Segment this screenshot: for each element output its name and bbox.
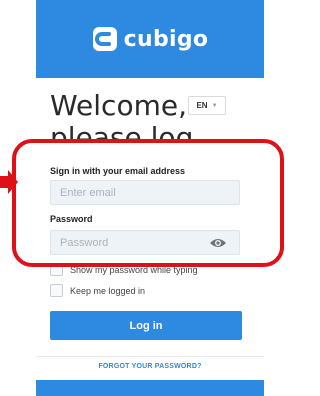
welcome-line-2: please log in [50, 121, 194, 143]
eye-icon[interactable] [209, 237, 227, 249]
cubigo-logo-icon [92, 27, 117, 51]
show-password-checkbox[interactable] [50, 263, 63, 276]
keep-logged-in-checkbox[interactable] [50, 284, 63, 297]
language-value: EN [196, 101, 208, 110]
password-field[interactable]: Password [50, 230, 240, 255]
email-label: Sign in with your email address [50, 166, 186, 176]
welcome-area: Welcome, please log in [36, 88, 264, 143]
forgot-password-link[interactable]: FORGOT YOUR PASSWORD? [36, 363, 264, 370]
show-password-option[interactable]: Show my password while typing [50, 263, 198, 276]
language-select[interactable]: EN ▼ [188, 96, 226, 115]
logo: cubigo [92, 26, 209, 52]
keep-logged-in-label: Keep me logged in [70, 285, 146, 296]
divider [36, 356, 264, 357]
show-password-label: Show my password while typing [70, 264, 198, 275]
welcome-line-1: Welcome, [50, 89, 187, 122]
footer-bar [36, 380, 264, 396]
login-button[interactable]: Log in [50, 311, 242, 340]
password-label: Password [50, 214, 93, 224]
email-field[interactable]: Enter email [50, 180, 240, 205]
brand-header: cubigo [36, 0, 264, 78]
email-placeholder: Enter email [60, 186, 116, 199]
password-placeholder: Password [60, 236, 109, 249]
arrow-pointer-icon [0, 170, 18, 194]
welcome-heading: Welcome, please log in [50, 89, 200, 143]
chevron-down-icon: ▼ [211, 102, 218, 109]
keep-logged-in-option[interactable]: Keep me logged in [50, 284, 145, 297]
brand-name: cubigo [123, 26, 209, 52]
login-card: cubigo Welcome, please log in EN ▼ Sign … [36, 0, 264, 396]
